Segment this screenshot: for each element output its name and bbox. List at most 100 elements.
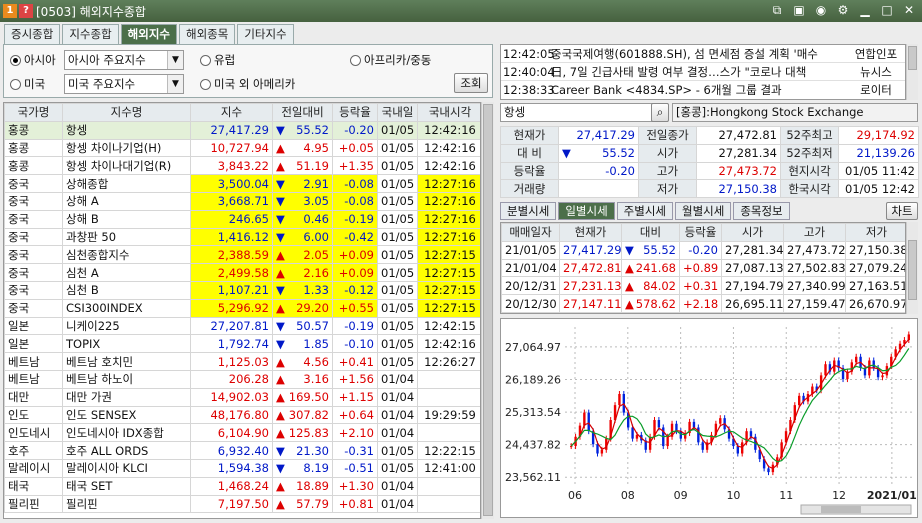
asia-index-select[interactable]: 아시아 주요지수 ▼ [64,50,184,70]
cell-name: 항셍 차이나기업(H) [62,138,191,158]
news-item[interactable]: 12:40:04 日, 7일 긴급사태 발령 여부 결정…스가 "코로나 대책 뉴시… [501,63,905,81]
table-row[interactable]: 대만 대만 가권 14,902.03 ▲ 169.50 +1.15 01/04 [4,387,480,407]
table-row[interactable]: 중국 CSI300INDEX 5,296.92 ▲ 29.20 +0.55 01/05 12:… [4,298,480,318]
cell-change: ▲ 4.56 [272,352,333,371]
radio-usa-other[interactable]: 미국 외 아메리카 [200,76,295,92]
tab-stock-info[interactable]: 종목정보 [733,202,790,220]
col-low[interactable]: 저가 [845,223,905,242]
col-value[interactable]: 지수 [190,103,273,122]
tab-minute[interactable]: 분별시세 [500,202,557,220]
col-trade-date[interactable]: 매매일자 [501,223,560,242]
scrollbar-thumb[interactable] [483,104,493,516]
cell-country: 일본 [4,316,63,336]
cell-time: 12:27:15 [417,298,480,318]
radio-africa[interactable]: 아프리카/중동 [350,52,431,68]
col-name[interactable]: 지수명 [62,103,191,122]
news-item[interactable]: 12:38:33 Career Bank <4834.SP> - 6개월 그룹 결… [501,81,905,99]
minimize-icon[interactable]: ▁ [858,3,872,18]
cell-date: 01/05 [377,156,418,176]
cell-value: 2,499.58 [190,263,273,282]
col-open[interactable]: 시가 [721,223,784,242]
down-arrow-icon: ▼ [276,123,285,138]
table-row[interactable]: 21/01/04 27,472.81 ▲ 241.68 +0.89 27,087.13 27… [501,258,905,278]
label-local: 현지시각 [780,161,839,181]
index-table-wrap: 국가명 지수명 지수 전일대비 등락율 국내일 국내시각 홍콩 항셍 27,417.… [3,102,481,519]
tab-weekly[interactable]: 주별시세 [616,202,673,220]
tab-overseas-stock[interactable]: 해외종목 [178,24,236,44]
col-country[interactable]: 국가명 [4,103,63,122]
save-icon[interactable]: ▣ [792,3,806,18]
radio-usa[interactable]: 미국 [10,76,45,92]
table-row[interactable]: 홍콩 항셍 차이나기업(H) 10,727.94 ▲ 4.95 +0.05 01/05 12:… [4,138,480,158]
news-scrollbar[interactable] [906,44,918,100]
tab-monthly[interactable]: 월별시세 [674,202,732,220]
tab-market[interactable]: 증시종합 [4,24,61,44]
table-row[interactable]: 베트남 베트남 하노이 206.28 ▲ 3.16 +1.56 01/04 [4,369,480,389]
cell-date: 01/05 [377,263,418,282]
col-time[interactable]: 국내시각 [417,103,480,122]
table-row[interactable]: 홍콩 항셍 27,417.29 ▼ 55.52 -0.20 01/05 12:42:16 [4,120,480,140]
cell-high: 27,340.99 [783,276,846,296]
table-row[interactable]: 홍콩 항셍 차이나대기업(R) 3,843.22 ▲ 51.19 +1.35 01/05 12… [4,156,480,176]
col-change[interactable]: 전일대비 [272,103,333,122]
table-row[interactable]: 중국 심천 A 2,499.58 ▲ 2.16 +0.09 01/05 12:27:15 [4,263,480,282]
table-row[interactable]: 베트남 베트남 호치민 1,125.03 ▲ 4.56 +0.41 01/05 12:26:2… [4,352,480,371]
table-row[interactable]: 중국 심천종합지수 2,388.59 ▲ 2.05 +0.09 01/05 12:27:15 [4,245,480,265]
close-icon[interactable]: ✕ [902,3,916,18]
col-rate[interactable]: 등락율 [332,103,378,122]
scrollbar-thumb[interactable] [908,46,917,70]
news-item[interactable]: 12:42:05 중국국제여행(601888.SH), 섬 면세점 증설 계획 '… [501,45,905,63]
cell-time: 12:42:16 [417,334,480,354]
col-date[interactable]: 국내일 [377,103,418,122]
table-row[interactable]: 필리핀 필리핀 7,197.50 ▲ 57.79 +0.81 01/04 [4,494,480,514]
diff-value: ▼ 55.52 [558,143,639,163]
tab-daily[interactable]: 일별시세 [558,202,615,220]
table-row[interactable]: 중국 상해 B 246.65 ▼ 0.46 -0.19 01/05 12:27:16 [4,209,480,229]
tab-overseas-index[interactable]: 해외지수 [120,24,177,44]
table-row[interactable]: 20/12/31 27,231.13 ▲ 84.02 +0.31 27,194.79 27,… [501,276,905,296]
col-high[interactable]: 고가 [783,223,846,242]
candle-body [907,334,910,341]
table-row[interactable]: 중국 상해종합 3,500.04 ▼ 2.91 -0.08 01/05 12:27:16 [4,174,480,193]
table-scrollbar[interactable] [481,102,494,519]
cell-date: 01/05 [377,227,418,247]
price-chart[interactable]: 27,064.97 26,189.26 25,313.54 24,437.82 23,5… [500,318,918,518]
scrollbar-thumb[interactable] [908,240,917,300]
chart-button[interactable]: 차트 [886,202,918,220]
radio-europe[interactable]: 유럽 [200,52,235,68]
radio-asia[interactable]: 아시아 [10,52,56,68]
cell-date: 01/05 [377,441,418,460]
menu-icon[interactable]: 1 [3,4,17,18]
table-row[interactable]: 중국 심천 B 1,107.21 ▼ 1.33 -0.12 01/05 12:27:15 [4,280,480,300]
table-row[interactable]: 21/01/05 27,417.29 ▼ 55.52 -0.20 27,281.34 27,… [501,240,905,260]
col-rate[interactable]: 등락율 [679,223,722,242]
search-icon[interactable]: ⌕ [651,103,669,122]
table-row[interactable]: 인도네시 인도네시아 IDX종합 6,104.90 ▲ 125.83 +2.10 01/04 [4,423,480,443]
maximize-icon[interactable]: □ [880,3,894,18]
table-row[interactable]: 일본 니케이225 27,207.81 ▼ 50.57 -0.19 01/05 12:42:1… [4,316,480,336]
table-row[interactable]: 중국 과창판 50 1,416.12 ▼ 6.00 -0.42 01/05 12:27:16 [4,227,480,247]
table-row[interactable]: 말레이시 말레이시아 KLCI 1,594.38 ▼ 8.19 -0.51 01/05 12:… [4,458,480,478]
help-icon[interactable]: ? [19,4,33,18]
settings-icon[interactable]: ⚙ [836,3,850,18]
table-row[interactable]: 20/12/30 27,147.11 ▲ 578.62 +2.18 26,695.11 27… [501,294,905,313]
tab-index[interactable]: 지수종합 [62,24,119,44]
tab-other-index[interactable]: 기타지수 [237,24,294,44]
col-cur[interactable]: 현재가 [559,223,622,242]
symbol-search-input[interactable]: 항셍 [500,103,668,122]
cell-date: 01/04 [377,405,418,425]
camera-icon[interactable]: ◉ [814,3,828,18]
query-button[interactable]: 조회 [454,73,488,93]
up-arrow-icon: ▲ [276,140,285,155]
exchange-label: [홍콩]:Hongkong Stock Exchange [672,103,918,122]
link-icon[interactable]: ⧉ [770,3,784,18]
cell-rate: +1.15 [332,387,378,407]
table-row[interactable]: 일본 TOPIX 1,792.74 ▼ 1.85 -0.10 01/05 12:42:16 [4,334,480,354]
col-diff[interactable]: 대비 [621,223,680,242]
daily-scrollbar[interactable] [906,222,918,314]
table-row[interactable]: 호주 호주 ALL ORDS 6,932.40 ▼ 21.30 -0.31 01/05 12:… [4,441,480,460]
table-row[interactable]: 태국 태국 SET 1,468.24 ▲ 18.89 +1.30 01/04 [4,476,480,496]
table-row[interactable]: 중국 상해 A 3,668.71 ▼ 3.05 -0.08 01/05 12:27:16 [4,191,480,211]
usa-index-select[interactable]: 미국 주요지수 ▼ [64,74,184,94]
table-row[interactable]: 인도 인도 SENSEX 48,176.80 ▲ 307.82 +0.64 01/04 19:… [4,405,480,425]
